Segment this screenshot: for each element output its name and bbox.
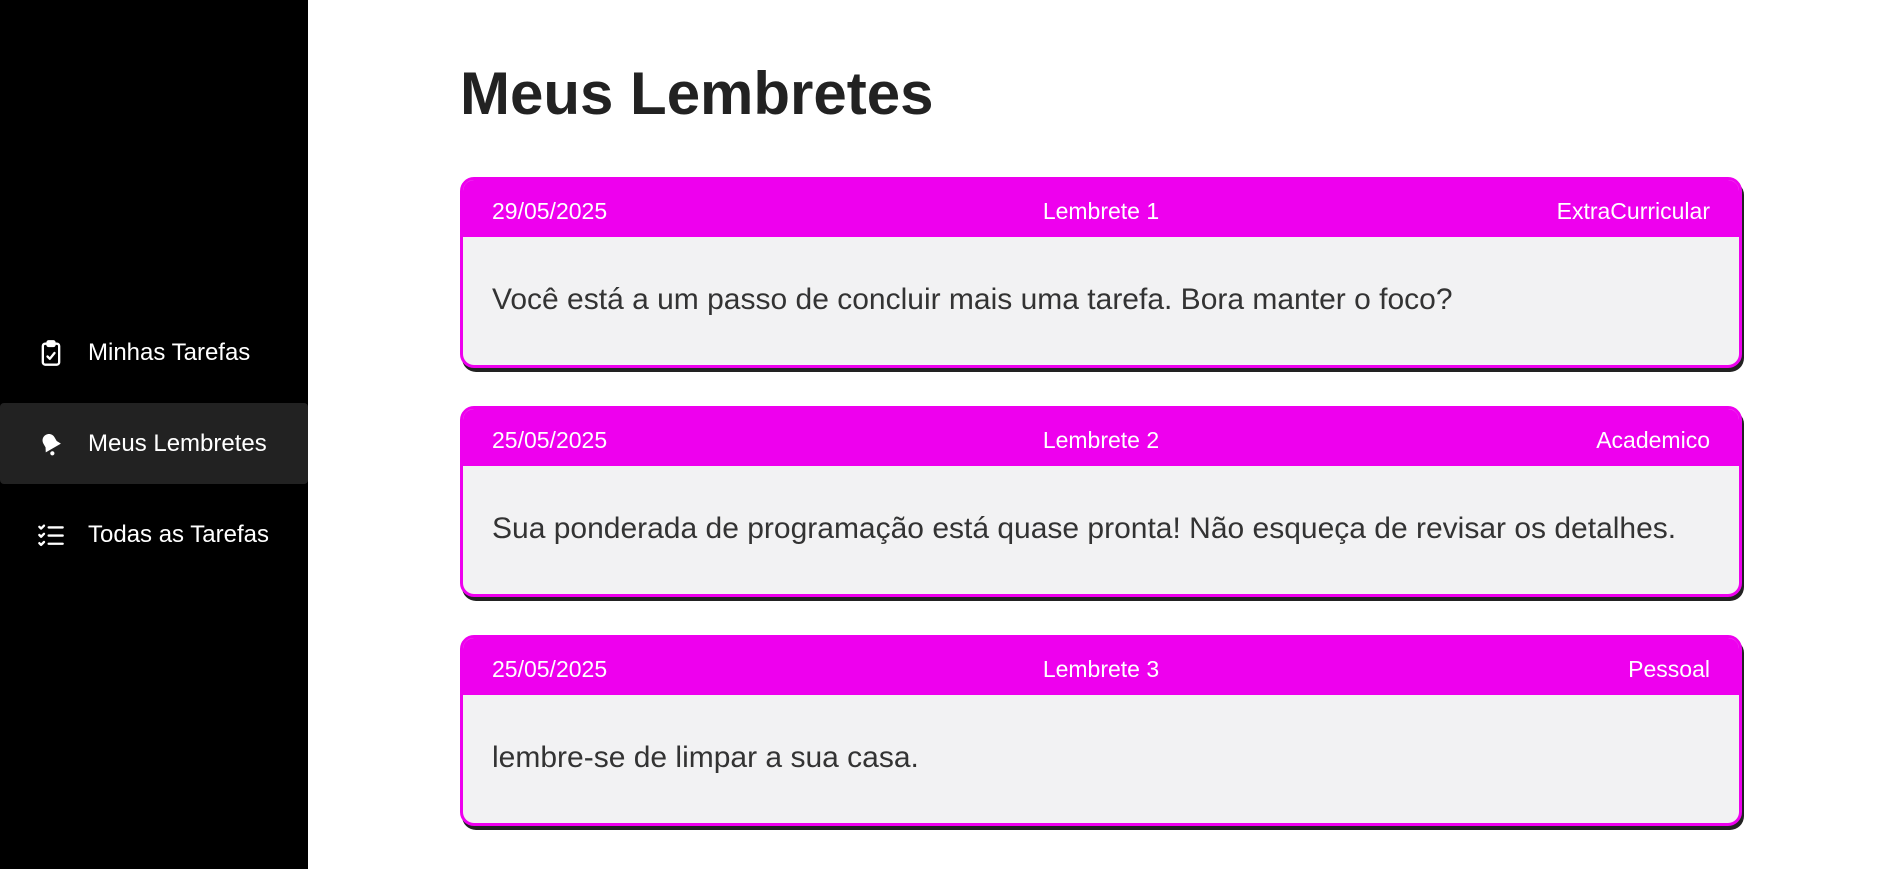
reminder-card[interactable]: 29/05/2025 Lembrete 1 ExtraCurricular Vo… — [460, 177, 1742, 368]
reminder-card-header: 29/05/2025 Lembrete 1 ExtraCurricular — [463, 180, 1739, 237]
reminder-text: Sua ponderada de programação está quase … — [492, 512, 1677, 545]
reminder-title: Lembrete 1 — [1042, 198, 1160, 224]
reminder-card-header: 25/05/2025 Lembrete 2 Academico — [463, 409, 1739, 466]
sidebar-item-label: Minhas Tarefas — [88, 338, 251, 366]
reminder-title: Lembrete 3 — [1042, 656, 1160, 682]
sidebar-item-meus-lembretes[interactable]: Meus Lembretes — [0, 403, 308, 484]
reminder-category: Pessoal — [1628, 656, 1710, 682]
sidebar-item-minhas-tarefas[interactable]: Minhas Tarefas — [0, 312, 308, 393]
reminder-card[interactable]: 25/05/2025 Lembrete 2 Academico Sua pond… — [460, 406, 1742, 597]
bell-icon — [36, 429, 66, 459]
app: Minhas Tarefas Meus Lembretes Todas as T… — [0, 0, 1885, 869]
sidebar: Minhas Tarefas Meus Lembretes Todas as T… — [0, 0, 308, 869]
reminder-text: Você está a um passo de concluir mais um… — [492, 283, 1453, 316]
reminder-category: Academico — [1596, 427, 1710, 453]
reminder-card-header: 25/05/2025 Lembrete 3 Pessoal — [463, 638, 1739, 695]
sidebar-item-label: Todas as Tarefas — [88, 520, 269, 548]
sidebar-item-label: Meus Lembretes — [88, 429, 267, 457]
sidebar-item-todas-as-tarefas[interactable]: Todas as Tarefas — [0, 494, 308, 575]
page-title: Meus Lembretes — [460, 60, 934, 127]
clipboard-check-icon — [36, 338, 66, 368]
reminder-list: 29/05/2025 Lembrete 1 ExtraCurricular Vo… — [460, 177, 1742, 864]
sidebar-nav: Minhas Tarefas Meus Lembretes Todas as T… — [0, 312, 308, 585]
reminder-text: lembre-se de limpar a sua casa. — [492, 741, 919, 774]
reminder-title: Lembrete 2 — [1042, 427, 1160, 453]
list-check-icon — [36, 520, 66, 550]
reminder-category: ExtraCurricular — [1556, 198, 1710, 224]
reminder-card[interactable]: 25/05/2025 Lembrete 3 Pessoal lembre-se … — [460, 635, 1742, 826]
